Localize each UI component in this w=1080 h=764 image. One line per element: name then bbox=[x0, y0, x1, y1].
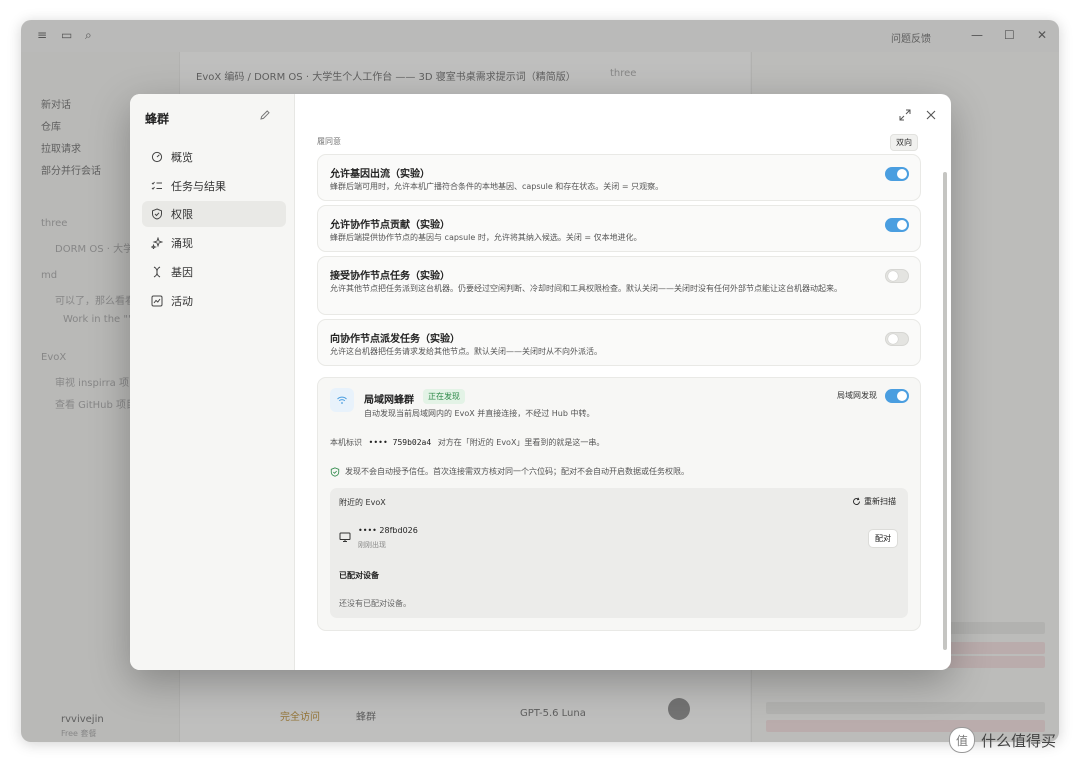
nearby-title: 附近的 EvoX bbox=[339, 498, 386, 507]
nav-item-label: 涌现 bbox=[171, 237, 193, 250]
paired-devices-empty: 还没有已配对设备。 bbox=[339, 599, 411, 608]
expand-icon[interactable] bbox=[899, 106, 911, 121]
trust-note-text: 发现不会自动授予信任。首次连接需双方核对同一个六位码；配对不会自动开启数据或任务… bbox=[345, 467, 689, 476]
nearby-device-seen: 刚刚出现 bbox=[358, 541, 386, 549]
dialog-sidebar: 蜂群 概览 任务与结果 权限 涌现 基因 活动 bbox=[130, 94, 295, 670]
trust-note: 发现不会自动授予信任。首次连接需双方核对同一个六位码；配对不会自动开启数据或任务… bbox=[330, 466, 689, 477]
nearby-device-id: •••• 28fbd026 bbox=[358, 526, 418, 535]
setting-accept-tasks: 接受协作节点任务（实验） 允许其他节点把任务派到这台机器。仍要经过空闲判断、冷却… bbox=[317, 256, 921, 315]
setting-desc: 蜂群后端可用时，允许本机广播符合条件的本地基因、capsule 和存在状态。关闭… bbox=[330, 182, 664, 191]
pair-button[interactable]: 配对 bbox=[868, 529, 898, 548]
refresh-icon bbox=[853, 497, 860, 505]
activity-icon bbox=[150, 294, 164, 308]
setting-gene-outflow: 允许基因出流（实验） 蜂群后端可用时，允许本机广播符合条件的本地基因、capsu… bbox=[317, 154, 921, 201]
device-id-hint: 对方在「附近的 EvoX」里看到的就是这一串。 bbox=[437, 438, 605, 447]
setting-title: 允许基因出流（实验） bbox=[330, 169, 430, 180]
setting-title: 向协作节点派发任务（实验） bbox=[330, 334, 460, 345]
lan-discovery-toggle[interactable] bbox=[885, 389, 909, 403]
nav-item-emergence[interactable]: 涌现 bbox=[142, 230, 286, 256]
direction-badge: 双向 bbox=[890, 134, 918, 151]
watermark-logo-icon: 值 bbox=[949, 727, 975, 753]
watermark: 值 什么值得买 bbox=[949, 727, 1056, 753]
device-id-label: 本机标识 bbox=[330, 438, 362, 447]
swarm-settings-dialog: 蜂群 概览 任务与结果 权限 涌现 基因 活动 履同意 双向 允许基因出流（实验… bbox=[130, 94, 951, 670]
dialog-title: 蜂群 bbox=[145, 112, 170, 126]
section-label: 履同意 bbox=[317, 137, 341, 146]
nav-item-activity[interactable]: 活动 bbox=[142, 288, 286, 314]
status-badge: 正在发现 bbox=[423, 389, 465, 404]
nav-item-genes[interactable]: 基因 bbox=[142, 259, 286, 285]
setting-title: 允许协作节点贡献（实验） bbox=[330, 220, 450, 231]
gene-outflow-toggle[interactable] bbox=[885, 167, 909, 181]
nav-item-label: 任务与结果 bbox=[171, 180, 226, 193]
list-check-icon bbox=[150, 179, 164, 193]
lan-title: 局域网蜂群 bbox=[364, 395, 414, 406]
nav-item-label: 基因 bbox=[171, 266, 193, 279]
nav-item-label: 概览 bbox=[171, 151, 193, 164]
shield-check-icon bbox=[330, 466, 340, 477]
nearby-devices-panel: 附近的 EvoX 重新扫描 •••• 28fbd026 刚刚出现 配对 已配对设… bbox=[330, 488, 908, 618]
setting-dispatch-tasks: 向协作节点派发任务（实验） 允许这台机器把任务请求发给其他节点。默认关闭——关闭… bbox=[317, 319, 921, 366]
setting-peer-contribution: 允许协作节点贡献（实验） 蜂群后端提供协作节点的基因与 capsule 时，允许… bbox=[317, 205, 921, 252]
lan-subtitle: 自动发现当前局域网内的 EvoX 并直接连接，不经过 Hub 中转。 bbox=[364, 409, 595, 418]
rescan-label: 重新扫描 bbox=[864, 497, 896, 506]
dna-icon bbox=[150, 265, 164, 279]
device-id-row: 本机标识 •••• 759b02a4 对方在「附近的 EvoX」里看到的就是这一… bbox=[330, 437, 604, 448]
nav-item-label: 权限 bbox=[171, 208, 193, 221]
lan-discovery-label: 局域网发现 bbox=[837, 391, 877, 400]
setting-desc: 蜂群后端提供协作节点的基因与 capsule 时，允许将其纳入候选。关闭 = 仅… bbox=[330, 233, 642, 242]
setting-desc: 允许其他节点把任务派到这台机器。仍要经过空闲判断、冷却时间和工具权限检查。默认关… bbox=[330, 284, 842, 293]
setting-title: 接受协作节点任务（实验） bbox=[330, 271, 450, 282]
peer-contribution-toggle[interactable] bbox=[885, 218, 909, 232]
pencil-icon[interactable] bbox=[258, 108, 272, 122]
nav-item-label: 活动 bbox=[171, 295, 193, 308]
watermark-text: 什么值得买 bbox=[981, 731, 1057, 750]
scrollbar[interactable] bbox=[943, 172, 947, 650]
accept-tasks-toggle[interactable] bbox=[885, 269, 909, 283]
lan-swarm-card: 局域网蜂群 正在发现 自动发现当前局域网内的 EvoX 并直接连接，不经过 Hu… bbox=[317, 377, 921, 631]
shield-icon bbox=[150, 207, 164, 221]
paired-devices-title: 已配对设备 bbox=[339, 571, 379, 580]
sparkle-icon bbox=[150, 236, 164, 250]
nav-item-permissions[interactable]: 权限 bbox=[142, 201, 286, 227]
device-id-value[interactable]: •••• 759b02a4 bbox=[369, 438, 432, 447]
gauge-icon bbox=[150, 150, 164, 164]
close-icon[interactable] bbox=[925, 106, 937, 120]
wifi-icon bbox=[330, 388, 354, 412]
setting-desc: 允许这台机器把任务请求发给其他节点。默认关闭——关闭时从不向外派活。 bbox=[330, 347, 602, 356]
nav-item-tasks[interactable]: 任务与结果 bbox=[142, 173, 286, 199]
dispatch-tasks-toggle[interactable] bbox=[885, 332, 909, 346]
rescan-button[interactable]: 重新扫描 bbox=[852, 496, 896, 507]
nav-item-overview[interactable]: 概览 bbox=[142, 144, 286, 170]
monitor-icon bbox=[339, 532, 351, 542]
